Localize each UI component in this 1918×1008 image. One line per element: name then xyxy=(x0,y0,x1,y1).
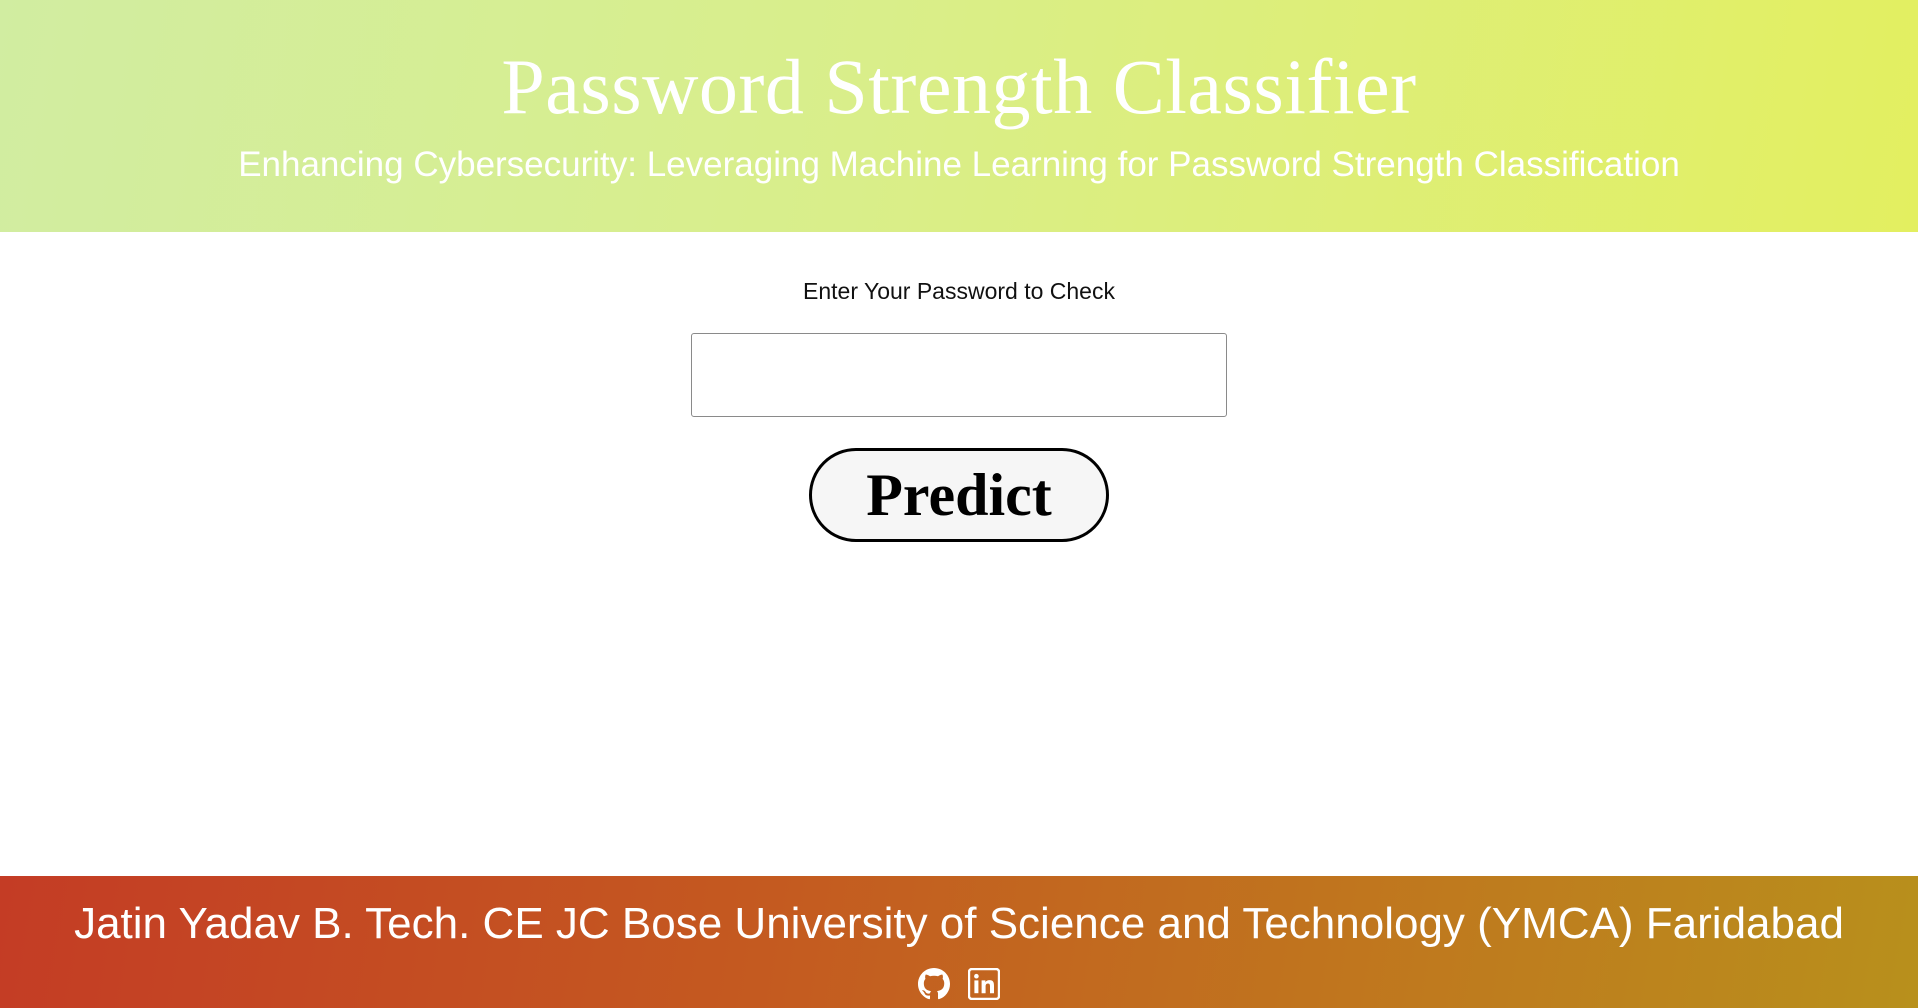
predict-button[interactable]: Predict xyxy=(809,448,1109,542)
linkedin-icon[interactable] xyxy=(968,968,1000,1000)
password-input[interactable] xyxy=(691,333,1227,417)
password-form: Enter Your Password to Check Predict xyxy=(0,232,1918,876)
header-banner: Password Strength Classifier Enhancing C… xyxy=(0,0,1918,232)
github-icon[interactable] xyxy=(918,968,950,1000)
footer: Jatin Yadav B. Tech. CE JC Bose Universi… xyxy=(0,876,1918,1008)
page-title: Password Strength Classifier xyxy=(501,43,1417,130)
password-prompt-label: Enter Your Password to Check xyxy=(803,278,1115,304)
social-links xyxy=(0,968,1918,1002)
footer-credit: Jatin Yadav B. Tech. CE JC Bose Universi… xyxy=(74,899,1844,948)
page-subtitle: Enhancing Cybersecurity: Leveraging Mach… xyxy=(238,145,1680,184)
page: Password Strength Classifier Enhancing C… xyxy=(0,0,1918,1008)
